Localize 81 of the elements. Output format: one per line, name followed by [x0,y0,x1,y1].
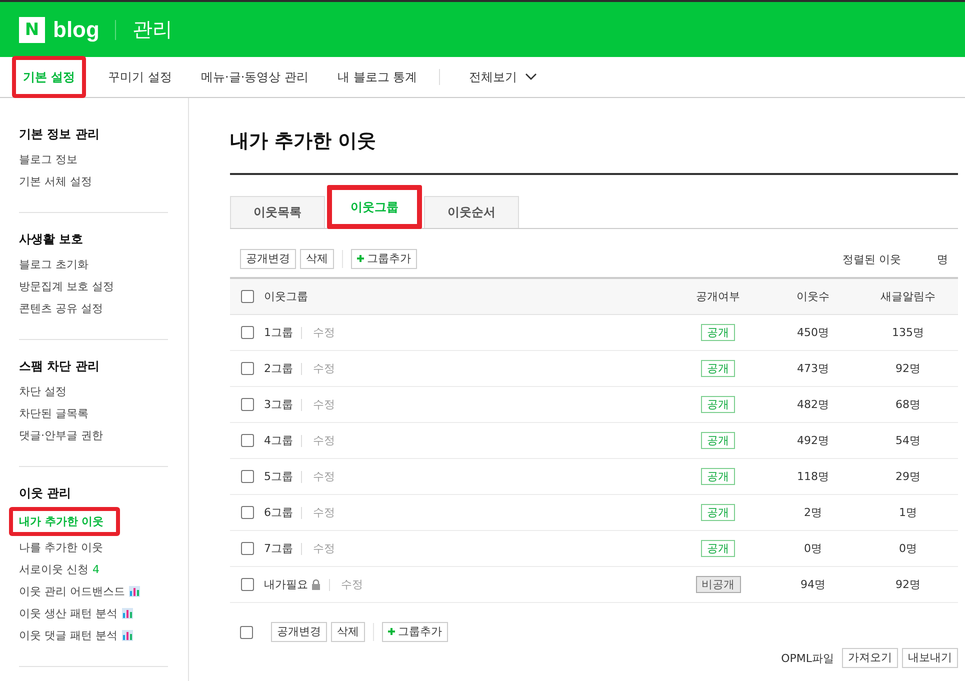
checkbox[interactable] [240,542,254,555]
table-cell-text: 118명 [796,469,830,484]
table-cell-text: 92명 [894,361,922,376]
checkbox[interactable] [240,578,254,591]
toolbar-button[interactable]: 삭제 [331,622,365,642]
header-title: 관리 [132,16,172,43]
table-cell-text: 473명 [796,361,830,376]
checkbox[interactable] [240,398,254,411]
sort-unit: 명 [937,252,948,266]
add-group-button[interactable]: 그룹추가 [351,249,417,269]
sidebar-heading: 이웃 관리 [19,485,72,502]
checkbox[interactable] [240,362,254,375]
checkbox[interactable] [240,506,254,519]
sidebar-heading: 스팸 차단 관리 [19,358,100,375]
table-cell-text: 68명 [894,397,922,412]
visibility-tag[interactable]: 비공개 [696,576,740,593]
checkbox[interactable] [240,434,254,447]
toolbar-button[interactable]: 공개변경 [271,622,327,642]
sidebar-item[interactable]: 블로그 초기화 [19,256,88,272]
nav-tab[interactable]: 내 블로그 통계 [330,57,424,97]
sidebar-heading: 기본 정보 관리 [19,126,100,143]
table-cell-text: 482명 [796,397,830,412]
checkbox[interactable] [240,470,254,483]
column-header: 공개여부 [695,289,741,304]
toolbar-button[interactable]: 삭제 [300,249,334,269]
count-label: 4 [92,562,100,576]
sidebar-item[interactable]: 나를 추가한 이웃 [19,540,103,554]
table-cell-text: 1명 [898,505,918,520]
sidebar-item[interactable]: 이웃 댓글 패턴 분석 [19,628,118,642]
checkbox[interactable] [240,626,253,638]
table-cell-text: 450명 [796,325,830,340]
sidebar-item[interactable]: 콘텐츠 공유 설정 [19,300,103,316]
sidebar-item[interactable]: 이웃 생산 패턴 분석 [19,606,118,620]
table-cell-text: 2명 [803,505,823,520]
sidebar-item[interactable]: 블로그 정보 [19,152,78,166]
table-cell-text: 135명 [891,325,925,340]
opml-label: OPML파일 [781,650,834,666]
group-name: 내가필요 [264,577,308,592]
sidebar-item[interactable]: 차단 설정 [19,384,66,398]
page-title: 내가 추가한 이웃 [230,98,958,175]
checkbox[interactable] [240,326,254,339]
sidebar-item[interactable]: 기본 서체 설정 [19,174,92,188]
group-name: 3그룹 [264,397,293,412]
group-name: 6그룹 [264,505,293,520]
checkbox[interactable] [240,290,254,303]
nav-tab[interactable]: 꾸미기 설정 [101,57,180,97]
toolbar-button[interactable]: 공개변경 [240,249,296,269]
sidebar-item[interactable]: 차단된 글목록 [19,406,88,420]
table-cell-text: 29명 [894,469,922,484]
column-header: 이웃수 [796,289,830,304]
add-group-button[interactable]: 그룹추가 [382,622,448,642]
chevron-down-icon [525,73,538,81]
sidebar-heading: 사생활 보호 [19,231,84,248]
sidebar-item[interactable]: 서로이웃 신청 [19,562,88,576]
logo-badge: N [19,16,45,42]
logo-text: blog [53,16,100,42]
sidebar-item[interactable]: 댓글·안부글 권한 [19,428,103,442]
sort-label: 정렬된 이웃 [842,252,901,266]
view-all-link[interactable]: 전체보기 [462,57,544,97]
nav-tab[interactable]: 메뉴·글·동영상 관리 [194,57,316,97]
group-name: 5그룹 [264,469,293,484]
table-cell-text: 0명 [803,541,823,556]
tab[interactable]: 이웃목록 [230,196,325,228]
group-name: 2그룹 [264,361,293,376]
table-cell-text: 492명 [796,433,830,448]
group-name: 4그룹 [264,433,293,448]
tab[interactable]: 이웃순서 [424,196,519,228]
plus-icon [357,255,364,262]
group-name: 1그룹 [264,325,293,340]
sidebar-item[interactable]: 방문집계 보호 설정 [19,278,114,294]
column-header: 새글알림수 [880,289,936,304]
opml-button[interactable]: 가져오기 [842,648,898,668]
table-cell-text: 92명 [894,577,922,592]
table-cell-text: 0명 [898,541,918,556]
column-header: 이웃그룹 [264,289,309,304]
table-cell-text: 94명 [800,577,826,592]
table-cell-text: 54명 [894,433,922,448]
sidebar-item[interactable]: 이웃 관리 어드밴스드 [19,584,125,598]
plus-icon [388,628,395,635]
opml-button[interactable]: 내보내기 [902,648,958,668]
group-name: 7그룹 [264,541,293,556]
